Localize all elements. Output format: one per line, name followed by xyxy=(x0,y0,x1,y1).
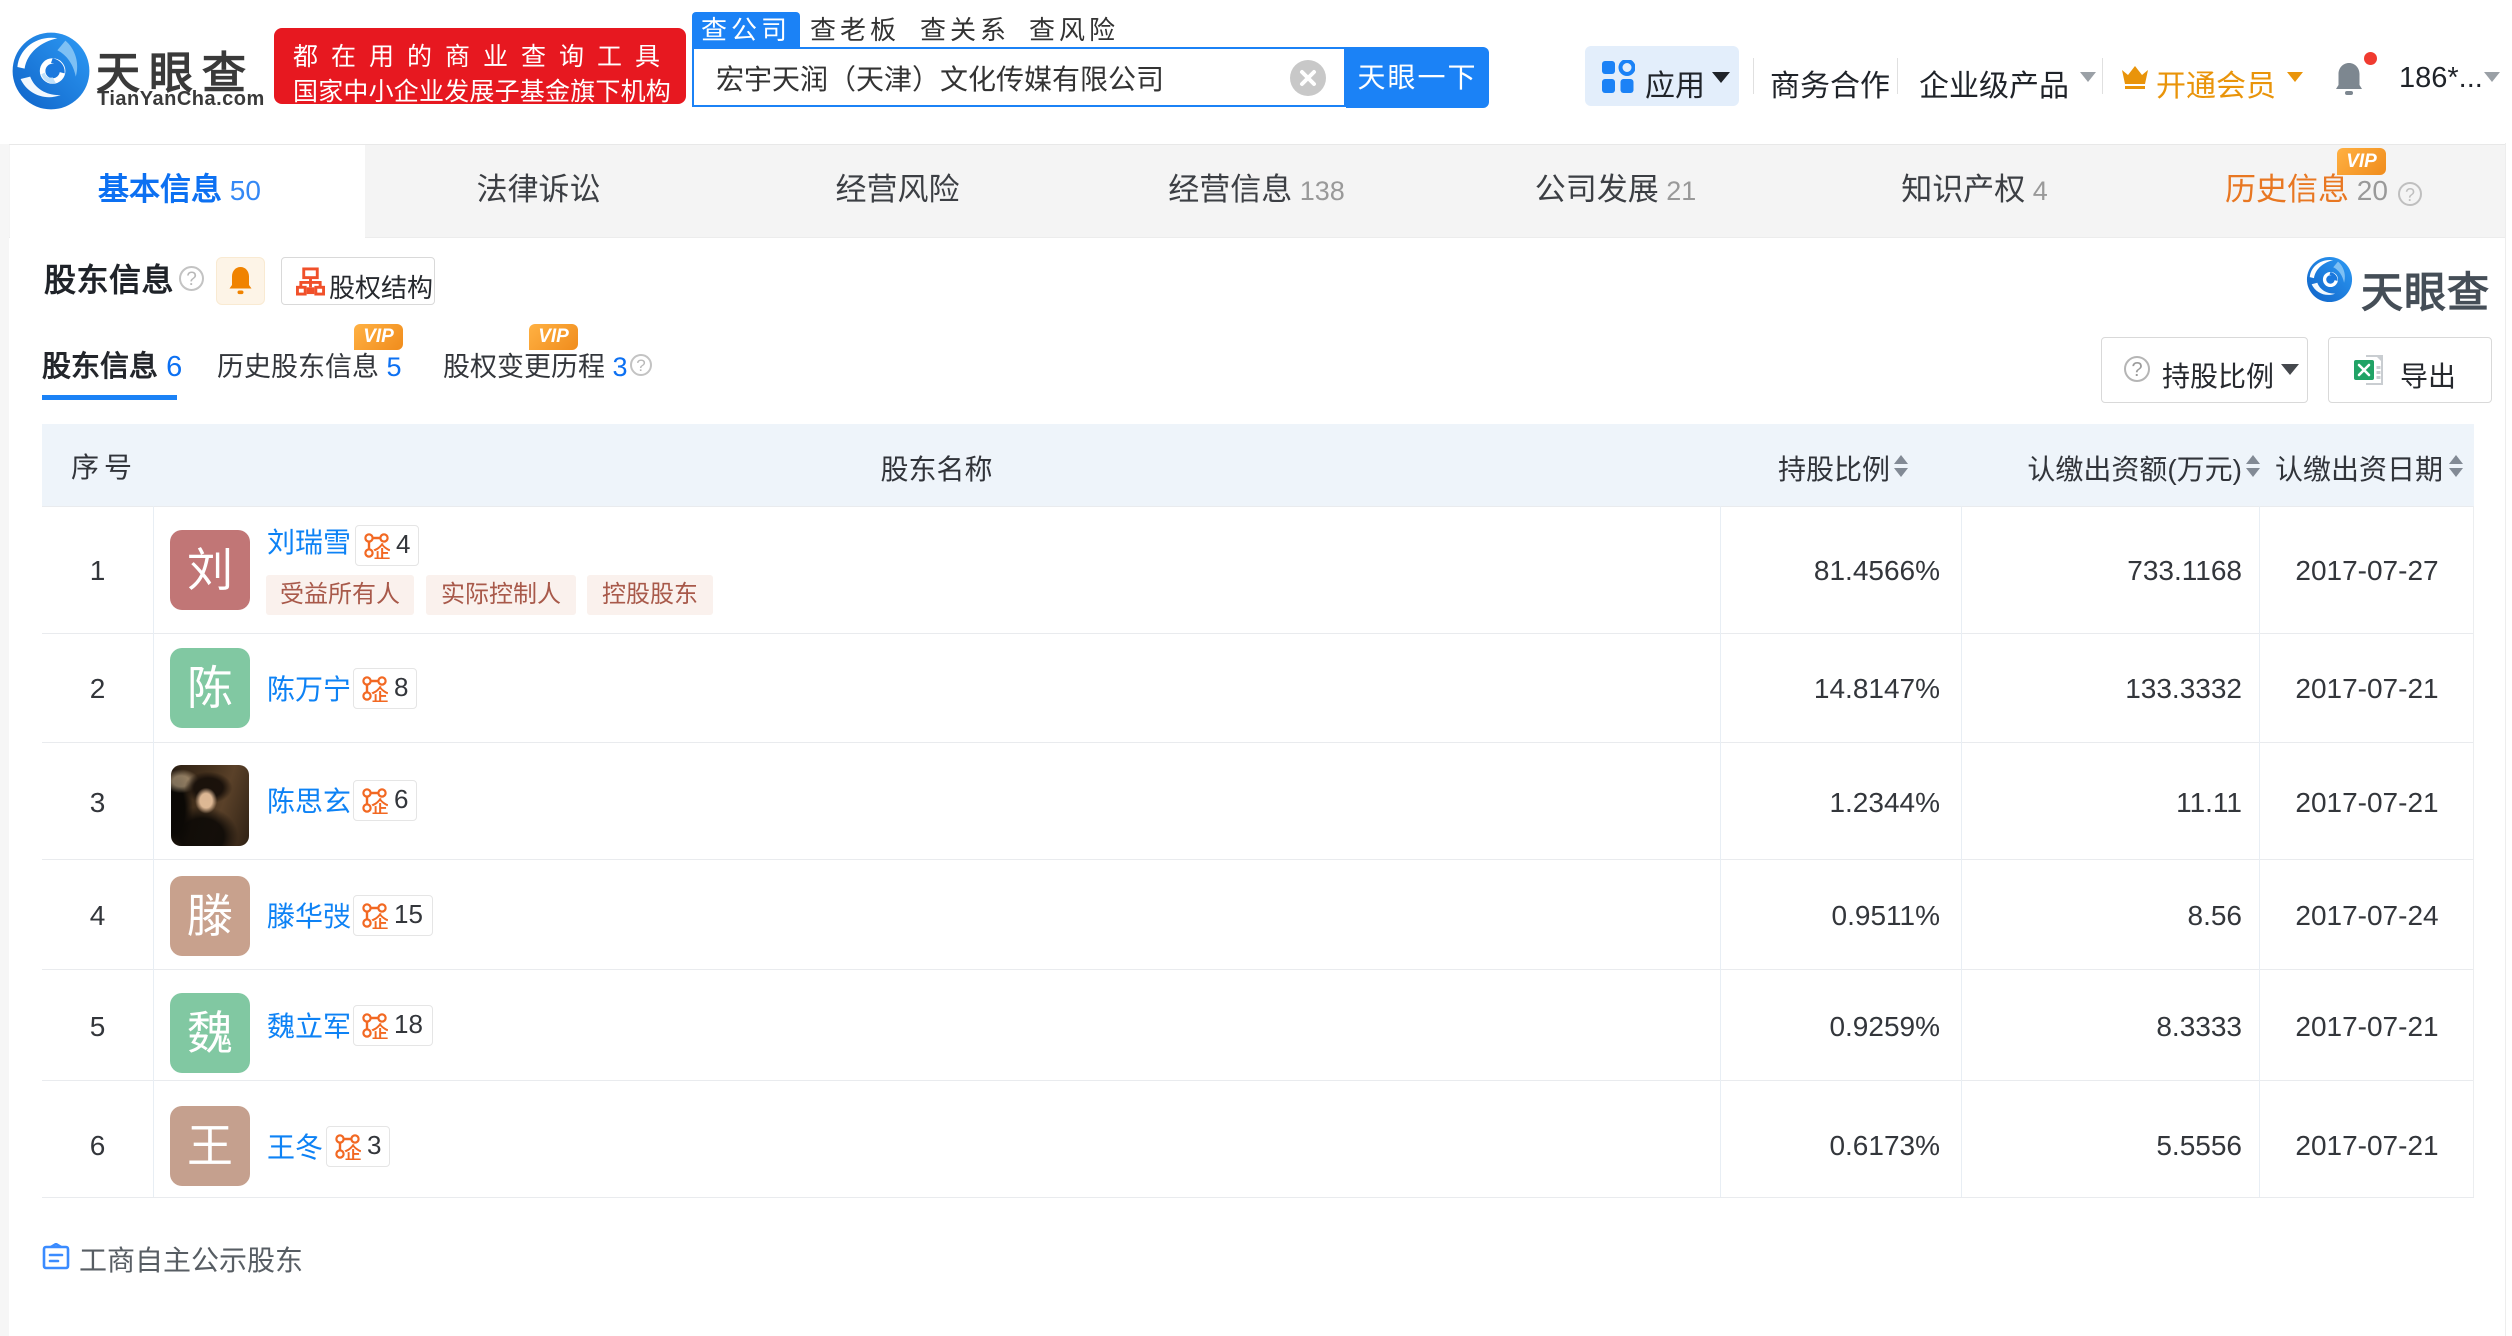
svg-text:企: 企 xyxy=(371,912,389,929)
svg-text:企: 企 xyxy=(371,1022,389,1039)
svg-text:企: 企 xyxy=(371,685,389,702)
svg-text:企: 企 xyxy=(373,542,391,559)
svg-text:企: 企 xyxy=(371,797,389,814)
svg-text:企: 企 xyxy=(344,1143,362,1160)
